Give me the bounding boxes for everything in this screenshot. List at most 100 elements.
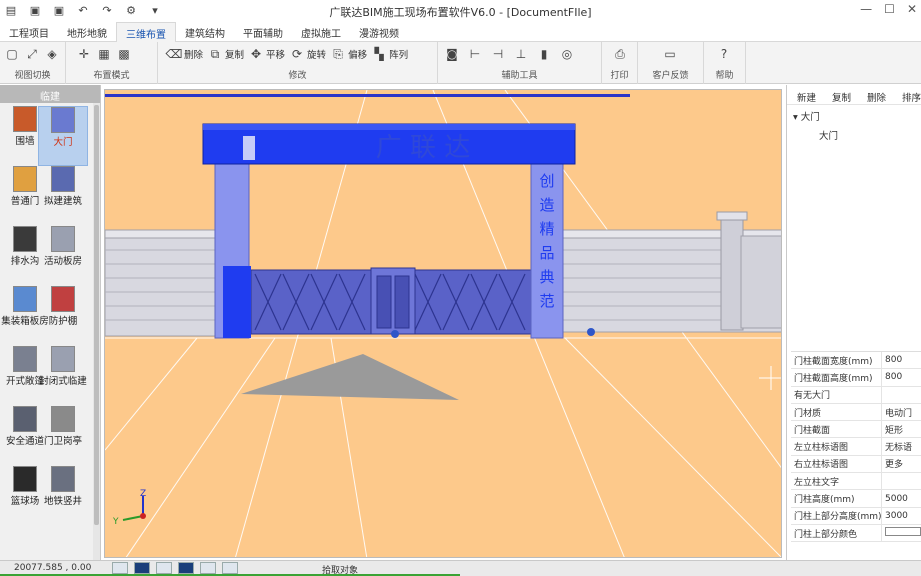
property-row[interactable]: 左立柱文字 [791,473,921,491]
property-row[interactable]: 右立柱标语图 更多 [791,455,921,474]
aux-tools-group: ◙ ⊢ ⊣ ⊥ ▮ ◎ 辅助工具 [438,42,602,84]
array-button[interactable]: ▚ 阵列 [371,46,408,62]
title-bar: ▤ ▣ ▣ ↶ ↷ ⚙ ▾ 广联达BIM施工现场布置软件V6.0 - [DocumentFI… [0,0,921,22]
palette-item[interactable]: 防护棚 [38,286,88,346]
tab-1[interactable]: 地形地貌 [58,22,116,42]
scene-canvas[interactable]: 创造精品典范 广 联 达 Z Y [105,90,782,558]
door-icon [13,166,37,192]
grid-icon[interactable]: ▦ [96,46,112,62]
ribbon: ▢ ⤢ ◈ 视图切换 ✛ ▦ ▩ 布置模式 ⌫ 删除 ⧉ 复制 ✥ 平移 ⟳ 旋转 ⎘ 偏… [0,42,921,84]
minimize-button[interactable]: — [860,2,872,16]
tab-3[interactable]: 建筑结构 [176,22,234,42]
rotate-button[interactable]: ⟳ 旋转 [289,46,326,62]
new-button[interactable]: 新建 [797,90,816,104]
close-button[interactable]: ✕ [907,2,917,16]
scroll-thumb[interactable] [94,105,99,525]
property-row[interactable]: 左立柱标语图 无标语 [791,438,921,456]
horizon-line [105,94,630,97]
property-value[interactable]: 3000 [882,511,908,521]
snap-grid-icon[interactable]: ▩ [116,46,132,62]
array-label: 阵列 [389,50,409,61]
fullscreen-icon[interactable]: ⤢ [24,46,40,62]
camera-icon[interactable]: ◙ [444,46,460,62]
property-value[interactable]: 矩形 [882,423,903,436]
property-row[interactable]: 门柱截面高度(mm) 800 [791,369,921,387]
tab-0[interactable]: 工程项目 [0,22,58,42]
grid-toggle[interactable] [156,562,172,574]
property-value[interactable]: 更多 [882,457,903,470]
gate-sign-board: 广 联 达 [202,123,576,165]
property-value[interactable]: 5000 [882,494,908,504]
status-toggles [112,562,238,574]
palette-item-label: 地铁竖井 [43,496,82,507]
tab-5[interactable]: 虚拟施工 [292,22,350,42]
property-value[interactable]: 无标语 [882,440,912,453]
tab-4[interactable]: 平面辅助 [234,22,292,42]
sort-button[interactable]: 排序 [902,90,921,104]
offset-button[interactable]: ⎘ 偏移 [330,46,367,62]
move-button[interactable]: ✥ 平移 [248,46,285,62]
axis-gizmo: Z Y [112,489,146,527]
property-row[interactable]: 门柱截面宽度(mm) 800 [791,352,921,370]
measure-icon[interactable]: ⊢ [467,46,483,62]
copy-button[interactable]: ⧉ 复制 [207,46,244,62]
palette-scrollbar[interactable] [93,103,100,564]
dimension-icon[interactable]: ⊣ [490,46,506,62]
help-icon[interactable]: ? [716,46,732,62]
palette-item-label: 封闭式临建 [39,376,87,387]
property-row[interactable]: 门柱上部分高度(mm) 3000 [791,507,921,525]
ruler-icon[interactable]: ⊥ [513,46,529,62]
palette-item[interactable]: 大门 [38,106,88,166]
property-value[interactable]: 800 [882,372,902,382]
chart-icon[interactable]: ▮ [536,46,552,62]
pillar-char: 造 [539,196,554,214]
collapse-icon[interactable]: ▾ [793,112,801,123]
property-row[interactable]: 门柱高度(mm) 5000 [791,490,921,508]
delete-button[interactable]: ⌫ 删除 [166,46,204,62]
property-value[interactable]: 800 [882,355,902,365]
palette-item[interactable]: 地铁竖井 [38,466,88,526]
palette-item[interactable]: 活动板房 [38,226,88,286]
binoculars-icon[interactable]: ◎ [559,46,575,62]
tree-node-parent[interactable]: ▾ 大门 [793,109,838,123]
track-toggle[interactable] [222,562,238,574]
palette-item[interactable]: 拟建建筑 [38,166,88,226]
gate-pillar-right: 创造精品典范 [530,159,564,339]
group-label: 帮助 [715,71,734,81]
palette-item-label: 大门 [53,137,73,148]
property-row[interactable]: 门柱截面 矩形 [791,421,921,439]
color-swatch[interactable] [885,527,921,537]
palette-item[interactable]: 封闭式临建 [38,346,88,406]
crosshair-icon[interactable]: ✛ [76,46,92,62]
gate-pillar-left [214,159,251,339]
delete-component-button[interactable]: 删除 [867,90,886,104]
maximize-button[interactable]: ☐ [884,2,895,16]
tab-6[interactable]: 漫游视频 [350,22,408,42]
move-label: 平移 [266,50,286,61]
snap-toggle[interactable] [134,562,150,574]
property-key: 门柱截面 [791,421,882,438]
palette-item-label: 防护棚 [48,316,78,327]
property-row[interactable]: 门柱上部分颜色 [791,524,921,543]
palette-item[interactable]: 门卫岗亭 [38,406,88,466]
tree-node-child[interactable]: 大门 [819,128,838,142]
property-value[interactable]: 电动门 [882,406,912,419]
3d-viewport[interactable]: 创造精品典范 广 联 达 Z Y [104,89,782,558]
move-icon: ✥ [251,47,262,61]
palette-item-label: 拟建建筑 [43,196,82,207]
view-3d-icon[interactable]: ◈ [44,46,60,62]
view-2d-icon[interactable]: ▢ [4,46,20,62]
polar-toggle[interactable] [178,562,194,574]
printer-icon[interactable]: ⎙ [612,46,628,62]
ortho-toggle[interactable] [112,562,128,574]
window-controls: — ☐ ✕ [860,2,917,16]
property-key: 左立柱标语图 [791,438,882,455]
property-row[interactable]: 有无大门 [791,386,921,404]
copy-component-button[interactable]: 复制 [832,90,851,104]
property-row[interactable]: 门材质 电动门 [791,403,921,422]
window-title: 广联达BIM施工现场布置软件V6.0 - [DocumentFIle] [329,6,592,19]
property-value[interactable] [882,527,921,539]
osnap-toggle[interactable] [200,562,216,574]
feedback-icon[interactable]: ▭ [662,46,678,62]
tab-2[interactable]: 三维布置 [116,22,176,42]
